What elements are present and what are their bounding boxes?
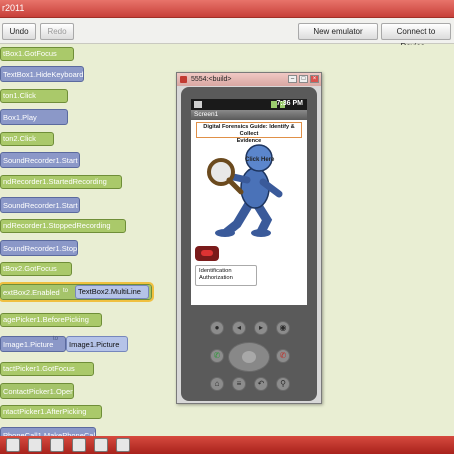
power-icon[interactable]: ◉ [276, 321, 290, 335]
window-titlebar: r2011 [0, 0, 454, 18]
emulator-title: 5554:<build> [191, 76, 232, 83]
camera-key-icon[interactable]: ● [210, 321, 224, 335]
maximize-icon[interactable]: □ [299, 75, 308, 83]
block-textbox1-gotfocus[interactable]: tBox1.GotFocus [0, 47, 74, 61]
back-icon[interactable]: ↶ [254, 377, 268, 391]
taskbar-app-icon-5[interactable] [94, 438, 108, 452]
taskbar [0, 436, 454, 454]
block-textbox2-multiline[interactable]: TextBox2.MultiLine [75, 285, 149, 299]
block-stoppedrecording[interactable]: ndRecorder1.StoppedRecording [0, 219, 126, 233]
taskbar-app-icon-2[interactable] [28, 438, 42, 452]
end-call-icon[interactable]: ✆ [276, 349, 290, 363]
taskbar-app-icon-1[interactable] [6, 438, 20, 452]
volume-up-icon[interactable]: ▸ [254, 321, 268, 335]
app-banner: Digital Forensics Guide: Identify & Coll… [196, 122, 302, 144]
block-button2-click[interactable]: ton2.Click [0, 132, 54, 146]
record-button[interactable] [195, 246, 219, 261]
phone-screen[interactable]: 7:36 PM Screen1 Digital Forensics Guide:… [191, 99, 307, 305]
to-label: to [63, 288, 69, 294]
block-set-textbox2-enabled[interactable]: extBox2.Enabled to TextBox2.MultiLine [0, 282, 154, 302]
block-soundrecorder1-start-2[interactable]: SoundRecorder1.Start [0, 197, 80, 213]
identification-textbox[interactable]: Identification Authorization [195, 265, 257, 286]
status-time: 7:36 PM [276, 100, 303, 107]
search-icon[interactable]: ⚲ [276, 377, 290, 391]
block-contactpicker1-gotfocus[interactable]: tactPicker1.GotFocus [0, 362, 94, 376]
to-label: to [53, 336, 59, 342]
new-emulator-button[interactable]: New emulator [298, 23, 378, 40]
block-soundrecorder1-stop[interactable]: SoundRecorder1.Stop [0, 240, 78, 256]
call-icon[interactable]: ✆ [210, 349, 224, 363]
block-startedrecording[interactable]: ndRecorder1.StartedRecording [0, 175, 122, 189]
banner-line-1: Digital Forensics Guide: Identify & Coll… [203, 124, 295, 137]
status-bar: 7:36 PM [191, 99, 307, 110]
click-here-label[interactable]: Click Here [245, 157, 274, 163]
dpad[interactable] [228, 342, 270, 372]
taskbar-app-icon-3[interactable] [50, 438, 64, 452]
connect-to-device-button[interactable]: Connect to Device... [381, 23, 451, 51]
toolbar: Undo Redo New emulator Connect to Device… [0, 18, 454, 51]
block-label: extBox2.Enabled [3, 288, 60, 297]
block-contactpicker1-open[interactable]: ContactPicker1.Open [0, 383, 74, 399]
block-image1-picture[interactable]: Image1.Picture [66, 336, 128, 352]
id-line-1: Identification [199, 268, 232, 274]
phone-keys: ● ◂ ▸ ◉ ✆ ✆ ⌂ ≡ ↶ ⚲ [191, 319, 307, 397]
screen-title: Screen1 [191, 110, 307, 120]
block-contactpicker1-afterpicking[interactable]: ntactPicker1.AfterPicking [0, 405, 102, 419]
undo-button[interactable]: Undo [2, 23, 36, 40]
emulator-window[interactable]: 5554:<build> – □ × 7:36 PM Screen1 Digit… [176, 72, 322, 404]
block-button1-click[interactable]: ton1.Click [0, 89, 68, 103]
block-player1-play[interactable]: Box1.Play [0, 109, 68, 125]
emulator-app-icon [180, 76, 187, 83]
block-label: Image1.Picture [3, 340, 54, 349]
window-title: r2011 [2, 3, 25, 13]
menu-icon[interactable]: ≡ [232, 377, 246, 391]
block-imagepicker1-beforepicking[interactable]: agePicker1.BeforePicking [0, 313, 102, 327]
block-soundrecorder1-start[interactable]: SoundRecorder1.Start [0, 152, 80, 168]
phone-body: 7:36 PM Screen1 Digital Forensics Guide:… [181, 87, 317, 401]
emulator-titlebar: 5554:<build> – □ × [177, 73, 321, 86]
taskbar-app-icon-4[interactable] [72, 438, 86, 452]
taskbar-app-icon-6[interactable] [116, 438, 130, 452]
dpad-center[interactable] [242, 351, 256, 363]
notification-icon [194, 101, 202, 108]
id-line-2: Authorization [199, 275, 233, 281]
block-textbox1-hidekeyboard[interactable]: TextBox1.HideKeyboard [0, 66, 84, 82]
minimize-icon[interactable]: – [288, 75, 297, 83]
home-icon[interactable]: ⌂ [210, 377, 224, 391]
redo-button[interactable]: Redo [40, 23, 74, 40]
block-textbox2-gotfocus[interactable]: tBox2.GotFocus [0, 262, 72, 276]
volume-down-icon[interactable]: ◂ [232, 321, 246, 335]
close-icon[interactable]: × [310, 75, 319, 83]
